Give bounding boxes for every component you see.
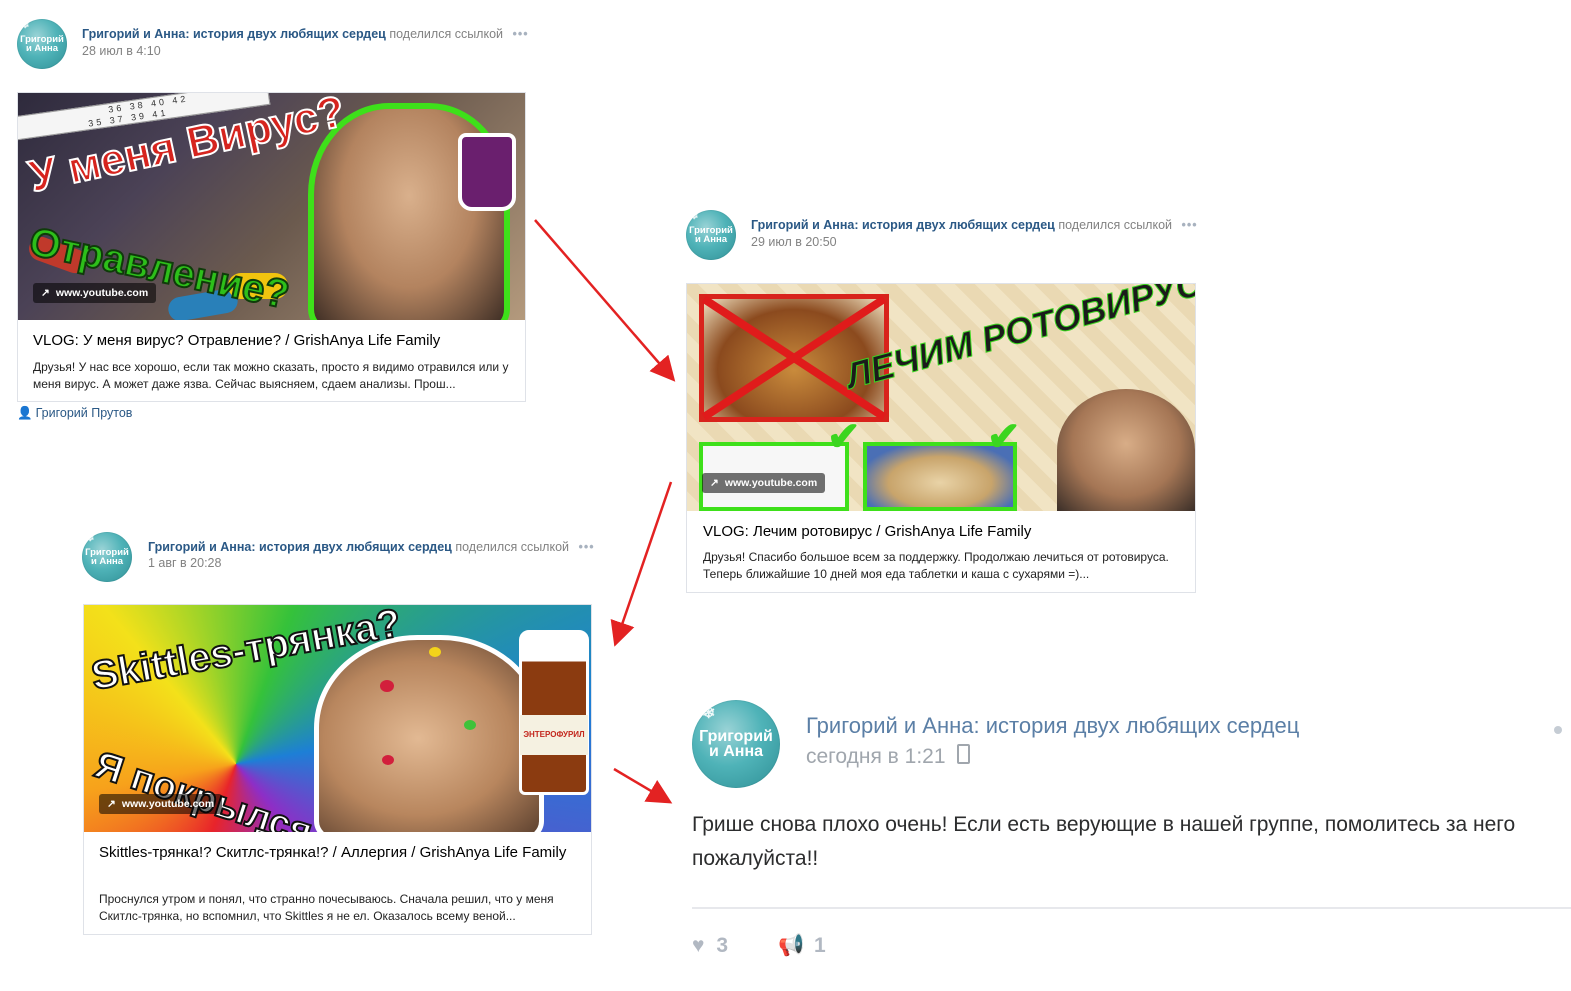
post-date[interactable]: 29 июл в 20:50 [751, 235, 837, 249]
group-avatar[interactable]: ❄ Григорий и Анна [82, 532, 132, 582]
link-title[interactable]: Skittles-трянка!? Скитлс-трянка!? / Алле… [99, 842, 569, 863]
divider [692, 907, 1571, 909]
candy-icon [429, 647, 441, 657]
avatar-text: и Анна [708, 743, 764, 760]
post-date[interactable]: 28 июл в 4:10 [82, 44, 161, 58]
red-arrow-icon [613, 767, 673, 804]
bottle-image [458, 133, 516, 211]
signed-author[interactable]: 👤 Григорий Прутов [17, 406, 132, 421]
avatar-text: и Анна [25, 43, 59, 54]
more-dots-icon[interactable]: ••• [1182, 218, 1198, 232]
link-card[interactable]: 36 38 40 42 35 37 39 41 У меня Вирус? От… [17, 92, 526, 402]
candy-icon [382, 755, 394, 765]
post-author[interactable]: Григорий и Анна: история двух любящих се… [751, 218, 1055, 232]
thumbnail-headline: Отравление? [25, 218, 294, 318]
megaphone-icon: 📢 [778, 934, 805, 957]
check-icon: ✔ [827, 415, 861, 459]
signed-author-name[interactable]: Григорий Прутов [36, 406, 133, 420]
link-card[interactable]: ЛЕЧИМ РОТОВИРУС ✔ ✔ ↗ www.youtube.com VLO… [686, 283, 1196, 593]
more-dots-icon[interactable]: ••• [579, 540, 595, 554]
video-thumbnail[interactable]: ЭНТЕРОФУРИЛ Skittles-трянка? Я покрылся … [84, 605, 591, 832]
snowflake-icon: ❄ [21, 20, 30, 31]
source-domain: www.youtube.com [121, 798, 215, 810]
group-avatar[interactable]: ❄ Григорий и Анна [692, 700, 780, 788]
external-link-icon: ↗ [710, 477, 719, 489]
red-arrow-icon [534, 219, 676, 382]
more-dots-icon[interactable]: ••• [513, 27, 529, 41]
person-photo [314, 635, 544, 832]
snowflake-icon: ❄ [690, 211, 699, 222]
link-title[interactable]: VLOG: У меня вирус? Отравление? / GrishA… [33, 330, 513, 351]
shared-label: поделился ссылкой [1058, 218, 1173, 232]
heart-icon: ♥ [692, 934, 705, 957]
link-card[interactable]: ЭНТЕРОФУРИЛ Skittles-трянка? Я покрылся … [83, 604, 592, 935]
like-count: 3 [716, 934, 728, 957]
person-icon: 👤 [17, 406, 33, 420]
video-thumbnail[interactable]: ЛЕЧИМ РОТОВИРУС ✔ ✔ ↗ www.youtube.com [687, 284, 1195, 511]
post-date[interactable]: сегодня в 1:21 [806, 745, 946, 768]
source-badge[interactable]: ↗ www.youtube.com [33, 283, 157, 303]
snowflake-icon: ❄ [702, 705, 716, 722]
source-badge[interactable]: ↗ www.youtube.com [99, 794, 223, 814]
source-domain: www.youtube.com [724, 477, 818, 489]
group-avatar[interactable]: ❄ Григорий и Анна [17, 19, 67, 69]
link-description: Друзья! Спасибо большое всем за поддержк… [703, 550, 1169, 581]
snowflake-icon: ❄ [86, 533, 95, 544]
video-thumbnail[interactable]: 36 38 40 42 35 37 39 41 У меня Вирус? От… [18, 93, 525, 320]
share-count: 1 [814, 934, 826, 957]
shared-label: поделился ссылкой [455, 540, 570, 554]
link-description: Проснулся утром и понял, что странно поч… [99, 892, 554, 923]
source-badge[interactable]: ↗ www.youtube.com [702, 473, 826, 493]
share-button[interactable]: 📢 1 [778, 934, 826, 958]
person-photo [1057, 389, 1195, 511]
like-button[interactable]: ♥ 3 [692, 934, 728, 958]
source-domain: www.youtube.com [55, 287, 149, 299]
link-title[interactable]: VLOG: Лечим ротовирус / GrishAnya Life F… [703, 521, 1183, 542]
thumbnail-headline: Я покрылся [89, 743, 319, 832]
external-link-icon: ↗ [107, 798, 116, 810]
avatar-text: Григорий [699, 727, 773, 745]
check-icon: ✔ [987, 415, 1021, 459]
bottle-image [519, 630, 589, 795]
post-date-line: сегодня в 1:21 [806, 744, 971, 769]
shared-label: поделился ссылкой [389, 27, 504, 41]
link-description: Друзья! У нас все хорошо, если так можно… [33, 360, 509, 391]
phone-icon [957, 744, 971, 764]
post-date[interactable]: 1 авг в 20:28 [148, 556, 221, 570]
post-author[interactable]: Григорий и Анна: история двух любящих се… [148, 540, 452, 554]
bottle-label: ЭНТЕРОФУРИЛ [520, 715, 588, 755]
avatar-text: и Анна [90, 556, 124, 567]
avatar-text: и Анна [694, 234, 728, 245]
post-text: Грише снова плохо очень! Если есть верую… [692, 813, 1516, 870]
external-link-icon: ↗ [41, 287, 50, 299]
post-author[interactable]: Григорий и Анна: история двух любящих се… [806, 713, 1299, 739]
thumbnail-headline: ЛЕЧИМ РОТОВИРУС [841, 284, 1195, 397]
more-dots-icon[interactable] [1554, 726, 1562, 734]
post-author[interactable]: Григорий и Анна: история двух любящих се… [82, 27, 386, 41]
red-arrow-icon [610, 481, 673, 647]
group-avatar[interactable]: ❄ Григорий и Анна [686, 210, 736, 260]
candy-icon [380, 680, 394, 692]
candy-icon [464, 720, 476, 730]
